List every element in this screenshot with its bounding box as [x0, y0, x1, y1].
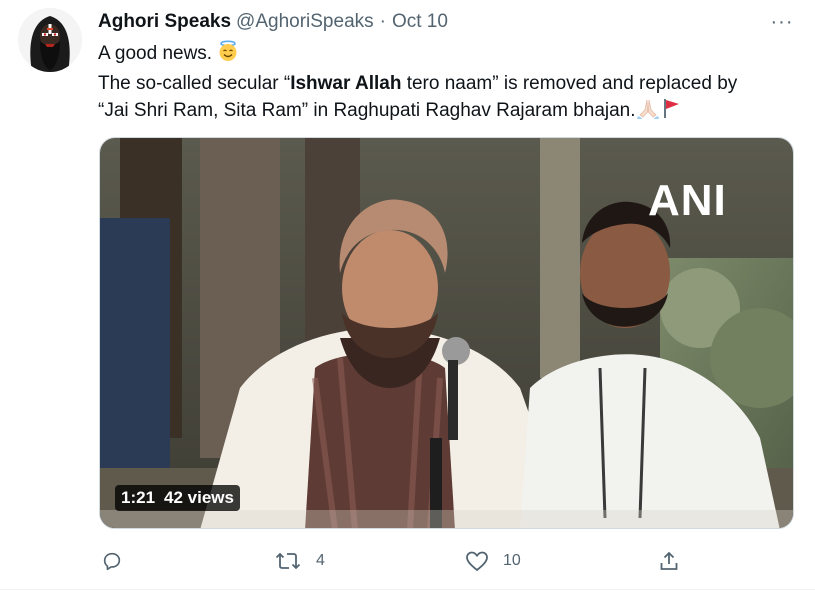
video-watermark: ANI	[648, 176, 727, 225]
tweet-timestamp[interactable]: Oct 10	[392, 11, 448, 33]
retweet-count: 4	[316, 552, 325, 569]
author-name[interactable]: Aghori Speaks	[98, 11, 231, 33]
share-icon	[660, 551, 678, 570]
tweet-text-line-2-start: The so-called secular “	[98, 73, 291, 94]
avatar-image	[18, 8, 82, 72]
triangular-flag-icon	[660, 97, 682, 127]
header-separator: ·	[379, 11, 386, 32]
tweet-actions: 4 10	[0, 544, 815, 578]
video-duration-badge: 1:21 42 views	[115, 485, 240, 511]
video-duration: 1:21	[121, 488, 156, 507]
like-count: 10	[503, 552, 521, 569]
avatar[interactable]	[18, 8, 82, 72]
tweet-text-line-2: The so-called secular “Ishwar Allah tero…	[98, 70, 803, 97]
video-views: 42 views	[164, 488, 234, 507]
like-button[interactable]: 10	[465, 544, 521, 578]
like-icon	[466, 551, 488, 571]
reply-icon	[103, 552, 121, 571]
tweet-text-line-1: A good news.	[98, 40, 803, 70]
more-icon[interactable]: ···	[767, 9, 797, 35]
reply-button[interactable]	[101, 544, 137, 578]
retweet-button[interactable]: 4	[274, 544, 325, 578]
tweet-text-line-3-text: “Jai Shri Ram, Sita Ram” in Raghupati Ra…	[98, 100, 636, 121]
author-handle[interactable]: @AghoriSpeaks	[236, 11, 374, 33]
more-icon-label: ···	[770, 10, 794, 33]
folded-hands-icon	[636, 97, 660, 127]
retweet-icon	[275, 552, 301, 570]
tweet-text: A good news. The so-called secular “Ishw…	[98, 40, 803, 127]
smiling-face-with-halo-icon	[217, 40, 239, 70]
share-button[interactable]	[658, 544, 694, 578]
tweet-text-line-2-end: tero naam” is removed and replaced by	[401, 73, 738, 94]
tweet-text-line-1-text: A good news.	[98, 43, 218, 64]
tweet-text-bold: Ishwar Allah	[290, 73, 402, 94]
tweet[interactable]: Aghori Speaks @AghoriSpeaks · Oct 10 ···…	[0, 0, 815, 590]
tweet-divider	[0, 589, 815, 590]
tweet-text-line-3: “Jai Shri Ram, Sita Ram” in Raghupati Ra…	[98, 97, 803, 127]
tweet-header: Aghori Speaks @AghoriSpeaks · Oct 10	[98, 11, 448, 35]
